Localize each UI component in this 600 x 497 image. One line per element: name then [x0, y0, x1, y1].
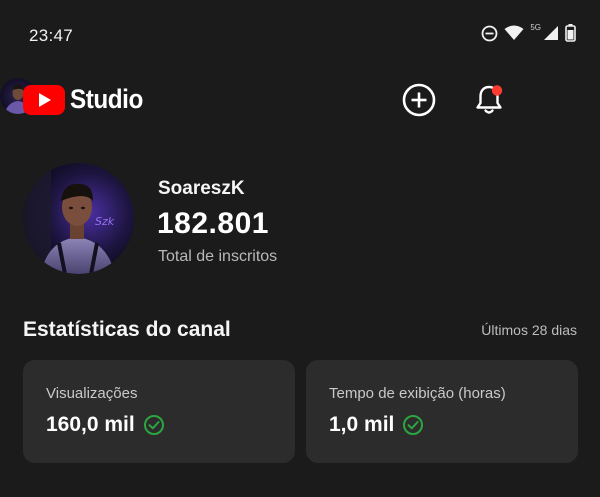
logo-text: Studio [70, 84, 143, 114]
stats-section-title: Estatísticas do canal [23, 318, 231, 341]
status-icons: 5G [481, 22, 576, 42]
app-bar: Studio [0, 78, 600, 124]
notification-dot [491, 85, 503, 96]
status-time: 23:47 [29, 26, 74, 45]
network-type-label: 5G [530, 22, 541, 32]
channel-profile: Szk SoareszK 182.801 Total de inscritos [23, 163, 583, 275]
signal-icon [544, 26, 558, 40]
status-bar: 23:47 5G [0, 0, 600, 70]
views-value-row: 160,0 mil [46, 413, 165, 437]
do-not-disturb-icon [481, 25, 498, 41]
youtube-studio-logo[interactable]: Studio [23, 84, 151, 115]
subscriber-count: 182.801 [157, 207, 269, 240]
watch-time-stat-card[interactable]: Tempo de exibição (horas) 1,0 mil [306, 360, 578, 463]
views-stat-card[interactable]: Visualizações 160,0 mil [23, 360, 295, 463]
channel-name: SoareszK [158, 178, 245, 199]
notifications-button[interactable] [471, 82, 507, 118]
channel-avatar[interactable]: Szk [23, 163, 134, 274]
views-value: 160,0 mil [46, 413, 135, 436]
watch-time-label: Tempo de exibição (horas) [329, 385, 506, 402]
create-icon [402, 83, 436, 117]
battery-icon [565, 24, 576, 42]
subscriber-label: Total de inscritos [158, 248, 278, 265]
channel-avatar-image: Szk [23, 163, 134, 274]
views-label: Visualizações [46, 385, 138, 402]
youtube-play-icon [23, 84, 65, 115]
stats-period: Últimos 28 dias [481, 322, 577, 338]
create-button[interactable] [401, 82, 437, 118]
watch-time-value-row: 1,0 mil [329, 413, 424, 437]
check-circle-icon [403, 415, 424, 435]
wifi-icon [504, 25, 524, 40]
svg-text:Szk: Szk [95, 215, 115, 228]
yt-studio-screen: 23:47 5G Studio Szk SoareszK 182.801 Tot… [0, 0, 600, 497]
bell-icon [476, 85, 503, 114]
check-circle-icon [143, 415, 164, 435]
watch-time-value: 1,0 mil [329, 413, 395, 436]
